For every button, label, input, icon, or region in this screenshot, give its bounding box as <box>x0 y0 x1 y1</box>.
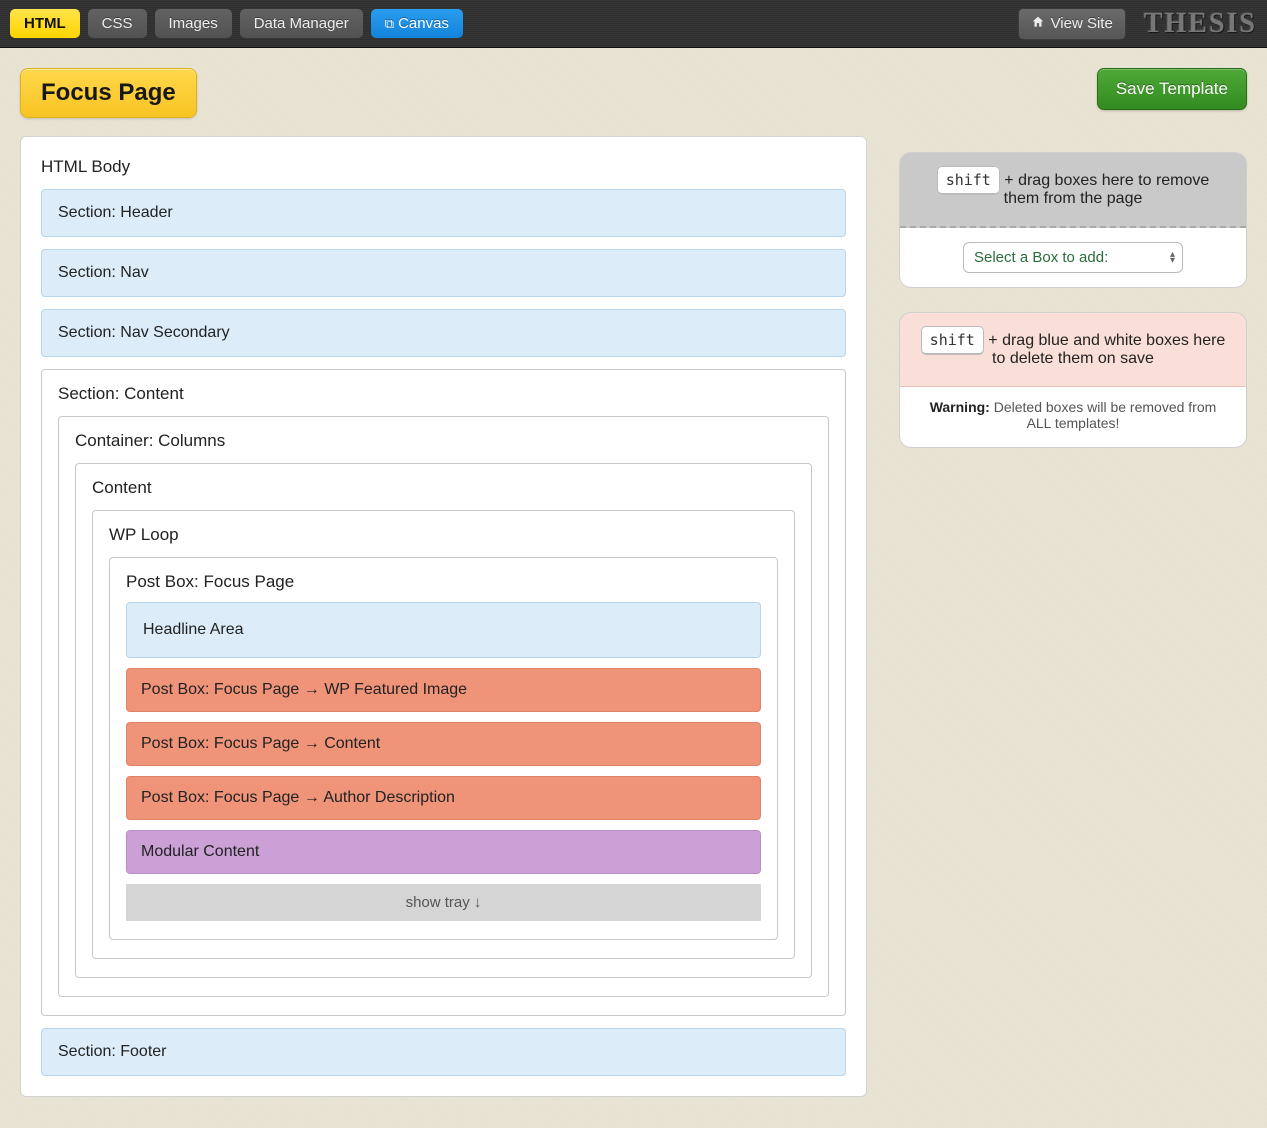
remove-dropzone[interactable]: shift + drag boxes here to remove them f… <box>900 153 1246 228</box>
save-template-button[interactable]: Save Template <box>1097 68 1247 110</box>
tab-canvas[interactable]: ⧉Canvas <box>371 9 463 38</box>
box-section-nav[interactable]: Section: Nav <box>41 249 846 297</box>
box-modular-content[interactable]: Modular Content <box>126 830 761 874</box>
remove-dropzone-panel: shift + drag boxes here to remove them f… <box>899 152 1247 288</box>
top-toolbar: HTML CSS Images Data Manager ⧉Canvas Vie… <box>0 0 1267 48</box>
box-section-footer[interactable]: Section: Footer <box>41 1028 846 1076</box>
canvas-icon: ⧉ <box>385 16 394 32</box>
top-right: View Site THESIS <box>1018 8 1257 40</box>
top-tabs: HTML CSS Images Data Manager ⧉Canvas <box>10 9 463 38</box>
add-box-select[interactable]: Select a Box to add: <box>963 242 1183 273</box>
box-author-description[interactable]: Post Box: Focus Page → Author Descriptio… <box>126 776 761 820</box>
box-content[interactable]: Content WP Loop Post Box: Focus Page Hea… <box>75 463 812 978</box>
box-html-body[interactable]: HTML Body <box>41 157 846 177</box>
page-title: Focus Page <box>20 68 197 118</box>
brand-logo: THESIS <box>1144 8 1257 40</box>
tab-data-manager[interactable]: Data Manager <box>240 9 363 38</box>
template-canvas: HTML Body Section: Header Section: Nav S… <box>20 136 867 1097</box>
box-featured-image[interactable]: Post Box: Focus Page → WP Featured Image <box>126 668 761 712</box>
view-site-button[interactable]: View Site <box>1018 8 1126 40</box>
home-icon <box>1031 15 1045 33</box>
box-section-header[interactable]: Section: Header <box>41 189 846 237</box>
delete-dropzone[interactable]: shift + drag blue and white boxes here t… <box>900 313 1246 387</box>
delete-dropzone-panel: shift + drag blue and white boxes here t… <box>899 312 1247 448</box>
box-section-content[interactable]: Section: Content Container: Columns Cont… <box>41 369 846 1016</box>
box-section-nav-secondary[interactable]: Section: Nav Secondary <box>41 309 846 357</box>
box-post-content[interactable]: Post Box: Focus Page → Content <box>126 722 761 766</box>
box-headline-area[interactable]: Headline Area <box>126 602 761 658</box>
shift-key-icon: shift <box>937 166 1000 195</box>
tab-html[interactable]: HTML <box>10 9 80 38</box>
show-tray-toggle[interactable]: show tray ↓ <box>126 884 761 921</box>
tab-images[interactable]: Images <box>155 9 232 38</box>
box-post-box[interactable]: Post Box: Focus Page Headline Area Post … <box>109 557 778 940</box>
shift-key-icon: shift <box>921 326 984 355</box>
delete-warning: Warning: Deleted boxes will be removed f… <box>930 399 1217 431</box>
box-container-columns[interactable]: Container: Columns Content WP Loop Post … <box>58 416 829 997</box>
tab-css[interactable]: CSS <box>88 9 147 38</box>
box-wp-loop[interactable]: WP Loop Post Box: Focus Page Headline Ar… <box>92 510 795 959</box>
